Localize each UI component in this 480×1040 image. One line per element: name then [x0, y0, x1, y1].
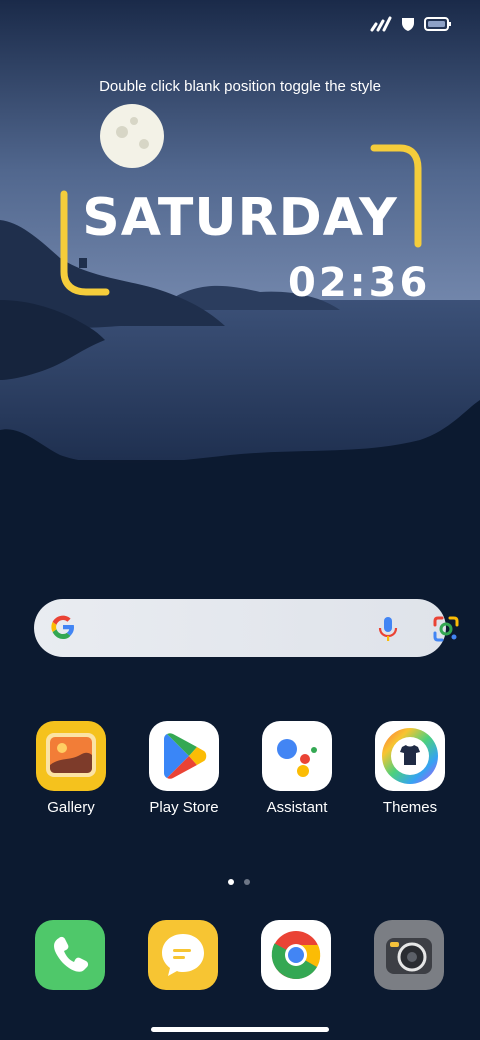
clock-time[interactable]: 02:36 — [288, 260, 430, 306]
app-assistant[interactable]: Assistant — [247, 721, 347, 816]
battery-icon — [424, 17, 451, 31]
page-indicator[interactable] — [228, 879, 250, 885]
app-label-play-store: Play Store — [149, 799, 219, 816]
messages-icon[interactable] — [148, 920, 218, 990]
google-lens-icon[interactable] — [432, 615, 460, 643]
page-dot-2[interactable] — [244, 879, 250, 885]
status-bar — [370, 16, 452, 32]
phone-icon[interactable] — [35, 920, 105, 990]
microphone-icon[interactable] — [374, 615, 402, 643]
camera-icon[interactable] — [374, 920, 444, 990]
shield-icon — [402, 18, 414, 31]
app-gallery[interactable]: Gallery — [21, 721, 121, 816]
assistant-icon[interactable] — [262, 721, 332, 791]
chrome-icon[interactable] — [261, 920, 331, 990]
app-themes[interactable]: Themes — [360, 721, 460, 816]
themes-icon[interactable] — [375, 721, 445, 791]
moon-icon — [100, 104, 164, 168]
gallery-icon[interactable] — [36, 721, 106, 791]
home-indicator[interactable] — [151, 1027, 329, 1032]
widget-hint-text: Double click blank position toggle the s… — [99, 78, 381, 95]
clock-day[interactable]: SATURDAY — [60, 188, 420, 248]
google-g-icon — [51, 615, 74, 639]
app-play-store[interactable]: Play Store — [134, 721, 234, 816]
google-search-bar[interactable] — [34, 599, 459, 657]
signal-icon — [370, 16, 392, 32]
app-label-themes: Themes — [382, 799, 438, 816]
play-store-icon[interactable] — [149, 721, 219, 791]
page-dot-1[interactable] — [228, 879, 234, 885]
app-label-assistant: Assistant — [266, 799, 328, 816]
app-label-gallery: Gallery — [47, 799, 95, 816]
